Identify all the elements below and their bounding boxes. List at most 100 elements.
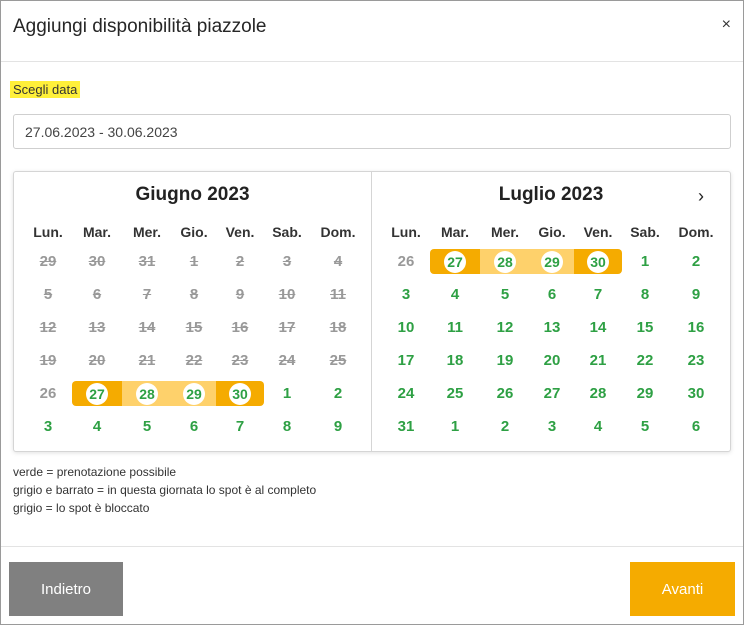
legend-full: grigio e barrato = in questa giornata lo… bbox=[13, 483, 317, 497]
calendar-day-selected[interactable]: 27 bbox=[430, 249, 480, 274]
modal-dialog: Aggiungi disponibilità piazzole × Scegli… bbox=[0, 0, 744, 625]
calendar-day-available[interactable]: 13 bbox=[530, 315, 574, 340]
date-range-calendar: Giugno 2023 Lun. Mar. Mer. Gio. Ven. Sab. Dom.… bbox=[13, 171, 731, 452]
day-number: 29 bbox=[541, 250, 563, 273]
calendar-day-available[interactable]: 21 bbox=[574, 348, 622, 373]
calendar-day-full: 12 bbox=[39, 319, 57, 336]
calendar-week: 5 6 7 8 9 10 11 bbox=[24, 282, 366, 315]
calendar-day-available[interactable]: 10 bbox=[382, 315, 430, 340]
calendar-day-available[interactable]: 20 bbox=[530, 348, 574, 373]
calendar-day-blocked: 26 bbox=[397, 253, 415, 270]
calendar-day-full: 21 bbox=[138, 352, 156, 369]
calendar-day-available[interactable]: 26 bbox=[480, 381, 530, 406]
calendar-day-available[interactable]: 19 bbox=[480, 348, 530, 373]
calendar-day-available[interactable]: 6 bbox=[530, 282, 574, 307]
calendar-day-available[interactable]: 1 bbox=[264, 381, 310, 406]
month-title: Luglio 2023 bbox=[498, 184, 604, 205]
weekday-label: Ven. bbox=[583, 224, 613, 240]
calendar-week: 29 30 31 1 2 3 4 bbox=[24, 249, 366, 282]
calendar-day-available[interactable]: 11 bbox=[430, 315, 480, 340]
calendar-day-full: 3 bbox=[282, 253, 292, 270]
calendar-day-available[interactable]: 8 bbox=[264, 414, 310, 439]
calendar-day-available[interactable]: 9 bbox=[668, 282, 724, 307]
calendar-day-available[interactable]: 6 bbox=[668, 414, 724, 439]
calendar-day-available[interactable]: 12 bbox=[480, 315, 530, 340]
calendar-week: 10 11 12 13 14 15 16 bbox=[382, 315, 724, 348]
calendar-week: 31 1 2 3 4 5 6 bbox=[382, 414, 724, 447]
calendar-day-available[interactable]: 1 bbox=[622, 249, 668, 274]
calendar-day-full: 17 bbox=[278, 319, 296, 336]
legend-available: verde = prenotazione possibile bbox=[13, 465, 177, 479]
weekday-label: Lun. bbox=[391, 224, 421, 240]
legend: verde = prenotazione possibile grigio e … bbox=[13, 463, 316, 517]
calendar-day-available[interactable]: 3 bbox=[382, 282, 430, 307]
weekday-label: Mer. bbox=[490, 224, 519, 240]
calendar-day-available[interactable]: 4 bbox=[574, 414, 622, 439]
calendar-day-available[interactable]: 24 bbox=[382, 381, 430, 406]
calendar-day-available[interactable]: 3 bbox=[24, 414, 72, 439]
close-icon[interactable]: × bbox=[722, 16, 731, 34]
calendar-week: 3456789 bbox=[382, 282, 724, 315]
calendar-day-available[interactable]: 6 bbox=[172, 414, 216, 439]
day-number: 27 bbox=[444, 250, 466, 273]
calendar-week: 12 13 14 15 16 17 18 bbox=[24, 315, 366, 348]
day-number: 29 bbox=[183, 382, 205, 405]
calendar-day-available[interactable]: 30 bbox=[668, 381, 724, 406]
calendar-day-available[interactable]: 8 bbox=[622, 282, 668, 307]
calendar-day-available[interactable]: 4 bbox=[430, 282, 480, 307]
calendar-day-available[interactable]: 22 bbox=[622, 348, 668, 373]
calendar-day-available[interactable]: 18 bbox=[430, 348, 480, 373]
calendar-day-selected[interactable]: 29 bbox=[172, 381, 216, 406]
calendar-day-available[interactable]: 1 bbox=[430, 414, 480, 439]
calendar-day-full: 5 bbox=[43, 286, 53, 303]
calendar-day-available[interactable]: 5 bbox=[122, 414, 172, 439]
calendar-day-available[interactable]: 15 bbox=[622, 315, 668, 340]
calendar-day-available[interactable]: 7 bbox=[216, 414, 264, 439]
calendar-day-selected[interactable]: 30 bbox=[216, 381, 264, 406]
calendar-day-available[interactable]: 14 bbox=[574, 315, 622, 340]
calendar-day-available[interactable]: 31 bbox=[382, 414, 430, 439]
calendar-day-selected[interactable]: 29 bbox=[530, 249, 574, 274]
calendar-week: 19 20 21 22 23 24 25 bbox=[24, 348, 366, 381]
weekday-label: Mar. bbox=[82, 224, 111, 240]
calendar-day-available[interactable]: 2 bbox=[668, 249, 724, 274]
calendar-day-available[interactable]: 5 bbox=[480, 282, 530, 307]
calendar-day-full: 13 bbox=[88, 319, 106, 336]
calendar-day-available[interactable]: 23 bbox=[668, 348, 724, 373]
calendar-day-available[interactable]: 29 bbox=[622, 381, 668, 406]
calendar-day-full: 11 bbox=[330, 286, 346, 303]
calendar-day-available[interactable]: 9 bbox=[310, 414, 366, 439]
calendar-day-available[interactable]: 16 bbox=[668, 315, 724, 340]
weekday-label: Dom. bbox=[678, 224, 714, 240]
weekday-header: Lun. Mar. Mer. Gio. Ven. Sab. Dom. bbox=[24, 224, 366, 244]
day-number: 27 bbox=[86, 382, 108, 405]
calendar-day-selected[interactable]: 28 bbox=[122, 381, 172, 406]
chevron-right-icon[interactable]: › bbox=[698, 186, 704, 207]
calendar-day-available[interactable]: 28 bbox=[574, 381, 622, 406]
calendar-day-available[interactable]: 5 bbox=[622, 414, 668, 439]
modal-footer: Indietro Avanti bbox=[1, 546, 743, 625]
legend-blocked: grigio = lo spot è bloccato bbox=[13, 501, 150, 515]
calendar-day-available[interactable]: 3 bbox=[530, 414, 574, 439]
calendar-day-full: 2 bbox=[235, 253, 245, 270]
calendar-day-full: 29 bbox=[39, 253, 57, 270]
calendar-day-available[interactable]: 2 bbox=[480, 414, 530, 439]
weekday-header: Lun. Mar. Mer. Gio. Ven. Sab. Dom. bbox=[382, 224, 724, 244]
calendar-day-available[interactable]: 2 bbox=[310, 381, 366, 406]
weekday-label: Mer. bbox=[132, 224, 161, 240]
date-range-input[interactable] bbox=[13, 114, 731, 149]
back-button[interactable]: Indietro bbox=[9, 562, 123, 616]
calendar-week: 26 27 28 29 30 1 2 bbox=[24, 381, 366, 414]
calendar-day-available[interactable]: 25 bbox=[430, 381, 480, 406]
calendar-day-full: 18 bbox=[329, 319, 347, 336]
calendar-day-available[interactable]: 17 bbox=[382, 348, 430, 373]
calendar-day-available[interactable]: 27 bbox=[530, 381, 574, 406]
next-button[interactable]: Avanti bbox=[630, 562, 735, 616]
weekday-label: Sab. bbox=[630, 224, 660, 240]
calendar-day-selected[interactable]: 30 bbox=[574, 249, 622, 274]
calendar-day-selected[interactable]: 28 bbox=[480, 249, 530, 274]
calendar-day-available[interactable]: 4 bbox=[72, 414, 122, 439]
calendar-day-selected[interactable]: 27 bbox=[72, 381, 122, 406]
calendar-day-available[interactable]: 7 bbox=[574, 282, 622, 307]
calendar-day-full: 7 bbox=[142, 286, 152, 303]
